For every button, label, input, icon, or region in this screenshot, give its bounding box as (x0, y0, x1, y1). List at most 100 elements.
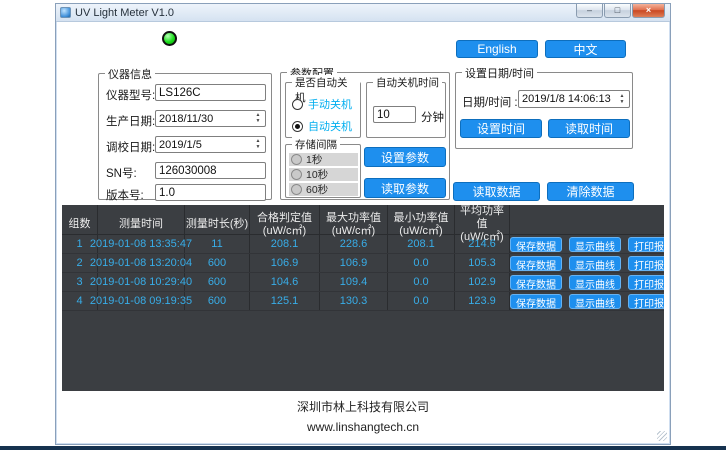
cell-duration: 600 (185, 273, 250, 291)
chevron-up-icon[interactable]: ▲ (620, 94, 625, 99)
cell-min: 0.0 (388, 273, 455, 291)
spinner-arrows: ▲ ▼ (252, 111, 264, 126)
cell-pass-value: 208.1 (250, 235, 320, 253)
calibration-date-input[interactable] (156, 137, 252, 152)
interval-1s-option[interactable]: 1秒 (289, 153, 358, 166)
interval-10s-option[interactable]: 10秒 (289, 168, 358, 181)
datetime-group-title: 设置日期/时间 (462, 65, 537, 81)
interval-60s-option[interactable]: 60秒 (289, 183, 358, 196)
model-input[interactable] (155, 84, 266, 101)
save-data-button[interactable]: 保存数据 (510, 256, 562, 271)
calibration-date-spinner[interactable]: ▲ ▼ (155, 136, 266, 153)
print-report-button[interactable]: 打印报告 (628, 256, 664, 271)
show-curve-button[interactable]: 显示曲线 (569, 256, 621, 271)
datetime-spinner[interactable]: ▲ ▼ (518, 90, 630, 108)
cell-duration: 600 (185, 292, 250, 310)
save-data-button[interactable]: 保存数据 (510, 275, 562, 290)
minimize-button[interactable]: – (576, 4, 603, 18)
cell-avg: 123.9 (455, 292, 510, 310)
minimize-icon: – (587, 6, 592, 15)
auto-off-time-group: 自动关机时间 分钟 (366, 82, 446, 138)
spinner-arrows: ▲ ▼ (616, 91, 628, 107)
minutes-unit-label: 分钟 (421, 109, 444, 125)
website-link[interactable]: www.linshangtech.cn (56, 420, 670, 434)
read-time-button[interactable]: 读取时间 (548, 119, 630, 138)
sn-input[interactable] (155, 162, 266, 179)
chinese-button[interactable]: 中文 (545, 40, 626, 58)
read-data-button[interactable]: 读取数据 (453, 182, 540, 201)
param-config-group: 参数配置 是否自动关机 手动关机 自动关机 自动关机时间 分钟 存储间隔 (280, 72, 450, 200)
company-name: 深圳市林上科技有限公司 (56, 398, 670, 415)
measurement-table: 组数测量时间测量时长(秒)合格判定值(uW/c㎡)最大功率值(uW/c㎡)最小功… (62, 205, 664, 391)
model-field-row: 仪器型号: (99, 84, 271, 101)
cell-min: 208.1 (388, 235, 455, 253)
table-row[interactable]: 12019-01-08 13:35:4711208.1228.6208.1214… (62, 235, 664, 254)
sn-field-row: SN号: (99, 162, 271, 179)
resize-grip[interactable] (657, 431, 667, 441)
screen: UV Light Meter V1.0 – □ × English 中文 仪器信… (0, 0, 726, 450)
production-date-spinner[interactable]: ▲ ▼ (155, 110, 266, 127)
cell-max: 106.9 (320, 254, 388, 272)
datetime-input[interactable] (519, 91, 616, 107)
manual-off-option[interactable]: 手动关机 (292, 96, 352, 112)
screen-bottom-edge (0, 446, 726, 450)
version-input[interactable] (155, 184, 266, 201)
model-label: 仪器型号: (106, 87, 155, 103)
chevron-down-icon[interactable]: ▼ (256, 145, 261, 150)
interval-60s-label: 60秒 (306, 182, 328, 197)
show-curve-button[interactable]: 显示曲线 (569, 237, 621, 252)
calibration-date-row: 调校日期: ▲ ▼ (99, 136, 271, 153)
cell-max: 109.4 (320, 273, 388, 291)
cell-min: 0.0 (388, 254, 455, 272)
chevron-down-icon[interactable]: ▼ (256, 119, 261, 124)
close-button[interactable]: × (632, 4, 665, 18)
print-report-button[interactable]: 打印报告 (628, 275, 664, 290)
set-params-button[interactable]: 设置参数 (364, 147, 446, 167)
instrument-info-title: 仪器信息 (105, 66, 155, 82)
radio-checked-icon[interactable] (292, 121, 303, 132)
cell-max: 228.6 (320, 235, 388, 253)
auto-off-label: 自动关机 (308, 118, 352, 134)
show-curve-button[interactable]: 显示曲线 (569, 275, 621, 290)
save-data-button[interactable]: 保存数据 (510, 237, 562, 252)
auto-off-group: 是否自动关机 手动关机 自动关机 (285, 82, 361, 138)
cell-avg: 105.3 (455, 254, 510, 272)
row-actions: 保存数据显示曲线打印报告 (510, 292, 664, 310)
close-icon: × (646, 6, 651, 15)
cell-min: 0.0 (388, 292, 455, 310)
version-label: 版本号: (106, 187, 144, 203)
table-row[interactable]: 42019-01-08 09:19:35600125.1130.30.0123.… (62, 292, 664, 311)
english-button[interactable]: English (456, 40, 538, 58)
cell-duration: 600 (185, 254, 250, 272)
storage-interval-title: 存储间隔 (292, 137, 340, 152)
instrument-info-group: 仪器信息 仪器型号: 生产日期: ▲ ▼ 调校日期: (98, 73, 272, 200)
titlebar[interactable]: UV Light Meter V1.0 – □ × (56, 4, 670, 22)
cell-pass-value: 104.6 (250, 273, 320, 291)
auto-off-option[interactable]: 自动关机 (292, 118, 352, 134)
auto-off-time-input[interactable] (373, 106, 416, 123)
radio-disabled-icon (291, 169, 302, 180)
read-params-button[interactable]: 读取参数 (364, 178, 446, 198)
calibration-date-label: 调校日期: (106, 139, 155, 155)
cell-time: 2019-01-08 13:35:47 (98, 235, 185, 253)
cell-avg: 214.6 (455, 235, 510, 253)
save-data-button[interactable]: 保存数据 (510, 294, 562, 309)
row-actions: 保存数据显示曲线打印报告 (510, 254, 664, 272)
clear-data-button[interactable]: 清除数据 (547, 182, 634, 201)
show-curve-button[interactable]: 显示曲线 (569, 294, 621, 309)
cell-time: 2019-01-08 09:19:35 (98, 292, 185, 310)
radio-unchecked-icon[interactable] (292, 99, 303, 110)
production-date-input[interactable] (156, 111, 252, 126)
table-row[interactable]: 22019-01-08 13:20:04600106.9106.90.0105.… (62, 254, 664, 273)
cell-time: 2019-01-08 10:29:40 (98, 273, 185, 291)
radio-disabled-icon (291, 154, 302, 165)
interval-1s-label: 1秒 (306, 152, 322, 167)
maximize-button[interactable]: □ (604, 4, 631, 18)
window-title: UV Light Meter V1.0 (75, 7, 174, 19)
print-report-button[interactable]: 打印报告 (628, 294, 664, 309)
table-row[interactable]: 32019-01-08 10:29:40600104.6109.40.0102.… (62, 273, 664, 292)
set-time-button[interactable]: 设置时间 (460, 119, 542, 138)
print-report-button[interactable]: 打印报告 (628, 237, 664, 252)
manual-off-label: 手动关机 (308, 96, 352, 112)
chevron-down-icon[interactable]: ▼ (620, 100, 625, 105)
